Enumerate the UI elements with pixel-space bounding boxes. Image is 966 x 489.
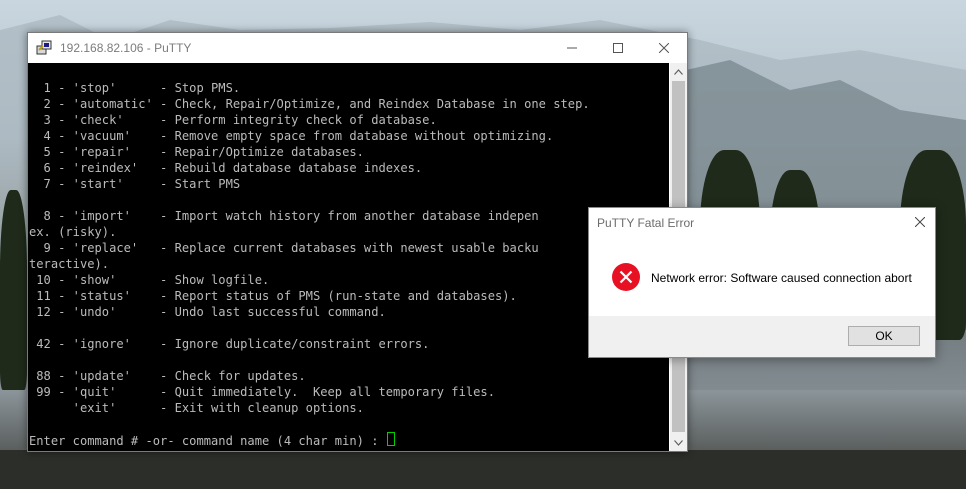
title-bar[interactable]: 192.168.82.106 - PuTTY [28,33,687,63]
window-title: 192.168.82.106 - PuTTY [60,41,192,55]
chevron-down-icon [674,439,683,446]
dialog-title: PuTTY Fatal Error [597,216,695,230]
error-icon [612,263,640,291]
dialog-close-button[interactable] [905,208,935,236]
terminal-output: 1 - 'stop' - Stop PMS. 2 - 'automatic' -… [29,80,590,449]
command-prompt: Enter command # -or- command name (4 cha… [29,434,386,448]
minimize-icon [567,47,577,49]
maximize-button[interactable] [595,33,641,63]
error-message: Network error: Software caused connectio… [651,271,912,285]
chevron-up-icon [674,68,683,75]
putty-app-icon [36,40,52,55]
scroll-down-button[interactable] [670,434,687,451]
fatal-error-dialog: PuTTY Fatal Error Network error: Softwar… [588,207,936,358]
scroll-up-button[interactable] [670,63,687,80]
close-button[interactable] [641,33,687,63]
close-icon [915,217,925,227]
dialog-footer: OK [589,316,935,357]
maximize-icon [613,43,623,53]
text-cursor [386,432,395,446]
minimize-button[interactable] [549,33,595,63]
ok-button[interactable]: OK [848,326,920,346]
terminal-area[interactable]: 1 - 'stop' - Stop PMS. 2 - 'automatic' -… [28,63,669,451]
close-icon [659,43,669,53]
terminal-text: 1 - 'stop' - Stop PMS. 2 - 'automatic' -… [29,81,590,415]
